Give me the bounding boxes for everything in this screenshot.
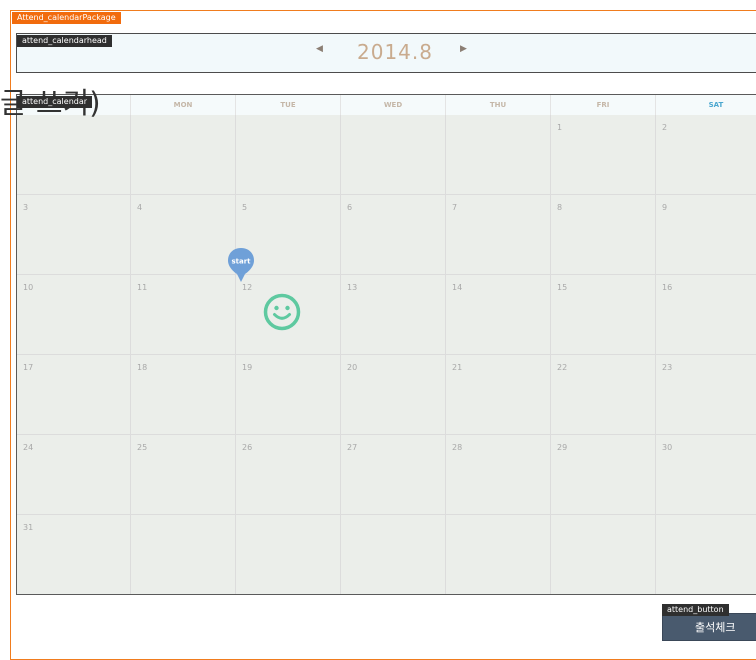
- calendar-day-cell[interactable]: 3: [17, 195, 131, 275]
- day-number: 25: [137, 443, 148, 452]
- calendar-day-cell[interactable]: 1: [551, 115, 656, 195]
- calendar-day-cell[interactable]: [131, 515, 236, 594]
- day-number: 3: [23, 203, 29, 212]
- calendar-day-cell[interactable]: 20: [341, 355, 446, 435]
- day-number: 31: [23, 523, 34, 532]
- day-number: 6: [347, 203, 353, 212]
- calendar-day-cell[interactable]: [551, 515, 656, 594]
- calendar-day-cell[interactable]: 18: [131, 355, 236, 435]
- calendar-day-cell[interactable]: 8: [551, 195, 656, 275]
- weekday-tue: TUE: [236, 95, 341, 115]
- day-number: 14: [452, 283, 463, 292]
- calendar-day-cell[interactable]: 24: [17, 435, 131, 515]
- calendar-day-cell[interactable]: [341, 115, 446, 195]
- calendar-day-cell[interactable]: 16: [656, 275, 756, 355]
- calendar-day-cell[interactable]: 30: [656, 435, 756, 515]
- calendar-tag: attend_calendar: [17, 96, 93, 108]
- calendar-day-cell[interactable]: 28: [446, 435, 551, 515]
- calendar-day-cell[interactable]: 4: [131, 195, 236, 275]
- calendar-day-cell[interactable]: 9: [656, 195, 756, 275]
- day-number: 23: [662, 363, 673, 372]
- weekday-wed: WED: [341, 95, 446, 115]
- calendar-day-cell[interactable]: 2: [656, 115, 756, 195]
- month-label: 2014.8: [357, 40, 433, 64]
- calendar-day-cell[interactable]: [236, 515, 341, 594]
- day-number: 4: [137, 203, 143, 212]
- day-number: 30: [662, 443, 673, 452]
- calendar-day-cell[interactable]: 10: [17, 275, 131, 355]
- calendar-day-cell[interactable]: 21: [446, 355, 551, 435]
- weekday-thu: THU: [446, 95, 551, 115]
- day-number: 17: [23, 363, 34, 372]
- weekday-header: SUNMONTUEWEDTHUFRISAT: [17, 95, 756, 115]
- calendar-day-cell[interactable]: 22: [551, 355, 656, 435]
- day-number: 20: [347, 363, 358, 372]
- next-month-arrow-icon[interactable]: ▶: [460, 44, 467, 54]
- calendar-day-cell[interactable]: 19: [236, 355, 341, 435]
- day-number: 29: [557, 443, 568, 452]
- calendar-day-cell[interactable]: 15: [551, 275, 656, 355]
- calendar-day-cell[interactable]: 13: [341, 275, 446, 355]
- calendar-day-cell[interactable]: [446, 515, 551, 594]
- calendar-day-cell[interactable]: [131, 115, 236, 195]
- prev-month-arrow-icon[interactable]: ◀: [316, 44, 323, 54]
- calendar-day-cell[interactable]: [446, 115, 551, 195]
- day-number: 26: [242, 443, 253, 452]
- day-number: 18: [137, 363, 148, 372]
- day-number: 11: [137, 283, 148, 292]
- head-tag: attend_calendarhead: [17, 35, 112, 47]
- calendar-day-cell[interactable]: 29: [551, 435, 656, 515]
- day-number: 12: [242, 283, 253, 292]
- calendar-day-cell[interactable]: [341, 515, 446, 594]
- weekday-fri: FRI: [551, 95, 656, 115]
- calendar-day-cell[interactable]: 14: [446, 275, 551, 355]
- start-label: start: [231, 258, 251, 266]
- day-number: 5: [242, 203, 248, 212]
- day-number: 24: [23, 443, 34, 452]
- calendar-day-cell[interactable]: 17: [17, 355, 131, 435]
- weekday-sat: SAT: [656, 95, 756, 115]
- day-number: 21: [452, 363, 463, 372]
- day-number: 9: [662, 203, 668, 212]
- smile-right-eye: [285, 305, 290, 311]
- calendar-day-cell[interactable]: 6: [341, 195, 446, 275]
- calendar-day-cell[interactable]: 7: [446, 195, 551, 275]
- attend-calendar: SUNMONTUEWEDTHUFRISAT 123456789101112131…: [16, 94, 756, 595]
- day-number: 8: [557, 203, 563, 212]
- day-number: 28: [452, 443, 463, 452]
- calendar-day-cell[interactable]: 25: [131, 435, 236, 515]
- package-tag: Attend_calendarPackage: [12, 12, 121, 24]
- weekday-mon: MON: [131, 95, 236, 115]
- calendar-day-cell[interactable]: 27: [341, 435, 446, 515]
- day-number: 7: [452, 203, 458, 212]
- day-number: 2: [662, 123, 668, 132]
- day-number: 22: [557, 363, 568, 372]
- day-number: 13: [347, 283, 358, 292]
- calendar-day-cell[interactable]: [17, 115, 131, 195]
- day-number: 19: [242, 363, 253, 372]
- calendar-day-cell[interactable]: 23: [656, 355, 756, 435]
- day-number: 15: [557, 283, 568, 292]
- calendar-day-cell[interactable]: [656, 515, 756, 594]
- smile-face: [263, 293, 301, 331]
- calendar-day-cell[interactable]: 11: [131, 275, 236, 355]
- day-number: 16: [662, 283, 673, 292]
- day-number: 1: [557, 123, 563, 132]
- attend-check-button[interactable]: 출석체크: [662, 613, 756, 641]
- calendar-day-cell[interactable]: [236, 115, 341, 195]
- smile-left-eye: [274, 305, 279, 311]
- button-tag: attend_button: [662, 604, 729, 616]
- day-number: 10: [23, 283, 34, 292]
- calendar-day-cell[interactable]: 31: [17, 515, 131, 594]
- calendar-day-cell[interactable]: 26: [236, 435, 341, 515]
- day-number: 27: [347, 443, 358, 452]
- start-marker-icon: start: [228, 248, 254, 282]
- smile-stamp-icon: [263, 293, 301, 331]
- smile-mouth: [273, 313, 291, 320]
